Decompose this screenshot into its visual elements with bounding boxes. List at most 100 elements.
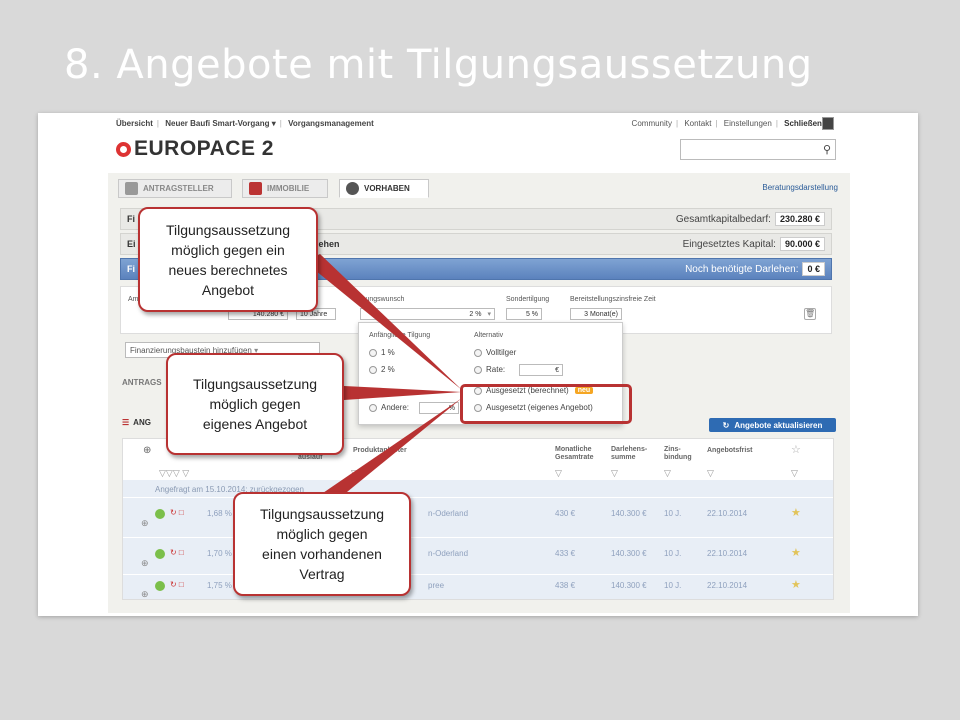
refresh-icon[interactable]: ↻ □ bbox=[170, 580, 184, 589]
filter-icon[interactable]: ▽ bbox=[351, 468, 358, 479]
radio-rate[interactable]: Rate: bbox=[474, 365, 505, 374]
bereitstellung-label: Bereitstellungszinsfreie Zeit bbox=[570, 296, 656, 303]
refresh-icon[interactable]: ↻ □ bbox=[170, 508, 184, 517]
highlight-frame bbox=[460, 384, 632, 424]
callout-eigenes-angebot: Tilgungsaussetzung möglich gegen eigenes… bbox=[166, 353, 344, 455]
refresh-icon: ↻ bbox=[722, 420, 730, 430]
expand-icon[interactable]: ⊕ bbox=[141, 518, 149, 529]
radio-volltilger[interactable]: Volltilger bbox=[474, 348, 516, 357]
angebote-aktualisieren-button[interactable]: ↻ Angebote aktualisieren bbox=[709, 418, 836, 432]
anfangstilgung-header: Anfängliche Tilgung bbox=[369, 332, 431, 339]
filter-icon[interactable]: ▽ bbox=[664, 468, 671, 479]
chevron-down-icon: ▾ bbox=[487, 311, 491, 318]
radio-icon[interactable] bbox=[369, 365, 377, 374]
logo-icon bbox=[116, 141, 131, 157]
sondertilgung-input[interactable]: 5 % bbox=[506, 308, 542, 320]
alternativ-header: Alternativ bbox=[474, 332, 504, 339]
filter-icon[interactable]: ▽ bbox=[555, 468, 562, 479]
trash-icon[interactable]: 🗑 bbox=[804, 308, 816, 320]
callout-vertrag: Tilgungsaussetzung möglich gegen einen v… bbox=[233, 492, 411, 596]
rate-input[interactable]: € bbox=[519, 364, 563, 376]
summe-cell: 140.300 € bbox=[611, 581, 647, 590]
row-value: 0 € bbox=[802, 262, 825, 276]
star-icon[interactable]: ★ bbox=[791, 578, 801, 591]
option-label: 1 % bbox=[381, 348, 395, 357]
star-icon[interactable]: ☆ bbox=[791, 443, 801, 456]
nav-einstellungen[interactable]: Einstellungen bbox=[724, 119, 772, 128]
callout-berechnet: Tilgungsaussetzung möglich gegen ein neu… bbox=[138, 207, 318, 312]
tab-antragsteller[interactable]: ANTRAGSTELLER bbox=[118, 179, 232, 198]
right-nav: Community | Kontakt | Einstellungen | Schli… bbox=[631, 119, 828, 128]
tilgungswunsch-select[interactable]: 2 % ▾ bbox=[360, 308, 495, 320]
amount-label: Am bbox=[128, 296, 139, 303]
nav-vorgangsmanagement[interactable]: Vorgangsmanagement bbox=[288, 119, 374, 128]
beratung-link[interactable]: Beratungsdarstellung bbox=[762, 183, 838, 192]
tab-vorhaben[interactable]: VORHABEN bbox=[339, 179, 429, 198]
nav-kontakt[interactable]: Kontakt bbox=[684, 119, 711, 128]
bindung-cell: 10 J. bbox=[664, 549, 682, 558]
status-icon bbox=[155, 549, 165, 559]
row-title: Fi bbox=[127, 264, 135, 274]
brand-logo: EUROPACE 2 bbox=[116, 137, 274, 161]
sondertilgung-label: Sondertilgung bbox=[506, 296, 550, 303]
radio-1-percent[interactable]: 1 % bbox=[369, 348, 395, 357]
stack-icon: ☰ bbox=[122, 418, 130, 427]
row-value: 230.280 € bbox=[774, 212, 825, 226]
radio-andere[interactable]: Andere: bbox=[369, 403, 409, 412]
col-header[interactable]: Produktanbieter bbox=[353, 447, 407, 455]
summe-cell: 140.300 € bbox=[611, 509, 647, 518]
nav-community[interactable]: Community bbox=[632, 119, 672, 128]
row-label: Gesamtkapitalbedarf: bbox=[675, 213, 771, 225]
add-circle-icon[interactable]: ⊕ bbox=[143, 445, 151, 456]
rate-cell: 430 € bbox=[555, 509, 576, 518]
refresh-icon[interactable]: ↻ □ bbox=[170, 548, 184, 557]
anbieter-cell: pree bbox=[428, 581, 445, 590]
nav-overview[interactable]: Übersicht bbox=[116, 119, 153, 128]
radio-icon[interactable] bbox=[474, 348, 482, 357]
summe-cell: 140.300 € bbox=[611, 549, 647, 558]
zins-cell: 1,75 % bbox=[207, 581, 232, 590]
filter-icon[interactable]: ▽ bbox=[611, 468, 618, 479]
angebote-label: ANG bbox=[133, 418, 151, 427]
tab-immobilie[interactable]: IMMOBILIE bbox=[242, 179, 328, 198]
col-header[interactable]: Angebotsfrist bbox=[707, 447, 753, 455]
star-icon[interactable]: ★ bbox=[791, 546, 801, 559]
row-value: 90.000 € bbox=[779, 237, 825, 251]
update-label: Angebote aktualisieren bbox=[734, 420, 823, 430]
option-label: Rate: bbox=[486, 365, 506, 374]
table-row[interactable]: ⊕ ↻ □ 1,70 % n-Oderland 433 € 140.300 € … bbox=[123, 537, 833, 573]
option-label: Andere: bbox=[381, 403, 410, 412]
andere-input[interactable]: % bbox=[419, 402, 459, 414]
row-label: Eingesetztes Kapital: bbox=[682, 238, 776, 250]
filter-icon[interactable]: ▽ bbox=[707, 468, 714, 479]
zins-cell: 1,68 % bbox=[207, 509, 232, 518]
radio-icon[interactable] bbox=[369, 348, 377, 357]
col-header[interactable]: Darlehens-summe bbox=[611, 446, 651, 462]
nav-new-vorgang[interactable]: Neuer Baufi Smart-Vorgang ▾ bbox=[165, 119, 276, 128]
bereitstellung-input[interactable]: 3 Monat(e) bbox=[570, 308, 622, 320]
offers-table: ⊕ auslauf Produktanbieter Monatliche Ges… bbox=[122, 438, 834, 600]
tilgungswunsch-value: 2 % bbox=[469, 310, 482, 318]
col-header[interactable]: Monatliche Gesamtrate bbox=[555, 446, 605, 462]
radio-icon[interactable] bbox=[369, 403, 377, 412]
filter-icon[interactable]: ▽▽▽ ▽ bbox=[159, 468, 189, 479]
avatar[interactable] bbox=[822, 117, 834, 130]
zins-cell: 1,70 % bbox=[207, 549, 232, 558]
radio-icon[interactable] bbox=[474, 365, 482, 374]
tab-label: ANTRAGSTELLER bbox=[143, 184, 214, 193]
search-icon[interactable]: ⚲ bbox=[823, 143, 831, 156]
col-header: auslauf bbox=[298, 454, 323, 461]
filter-icon[interactable]: ▽ bbox=[791, 468, 798, 479]
table-row[interactable]: ⊕ ↻ □ 1,75 % pree 438 € 140.300 € 10 J. … bbox=[123, 574, 833, 599]
expand-icon[interactable]: ⊕ bbox=[141, 558, 149, 569]
radio-2-percent[interactable]: 2 % bbox=[369, 365, 395, 374]
search-input[interactable]: ⚲ bbox=[680, 139, 836, 160]
bindung-cell: 10 J. bbox=[664, 509, 682, 518]
nav-close[interactable]: Schließen bbox=[784, 119, 822, 128]
col-header[interactable]: Zins-bindung bbox=[664, 446, 694, 462]
frist-cell: 22.10.2014 bbox=[707, 581, 748, 590]
star-icon[interactable]: ★ bbox=[791, 506, 801, 519]
expand-icon[interactable]: ⊕ bbox=[141, 589, 149, 600]
table-row[interactable]: ⊕ ↻ □ 1,68 % n-Oderland 430 € 140.300 € … bbox=[123, 497, 833, 533]
row-label: Noch benötigte Darlehen: bbox=[685, 263, 799, 275]
